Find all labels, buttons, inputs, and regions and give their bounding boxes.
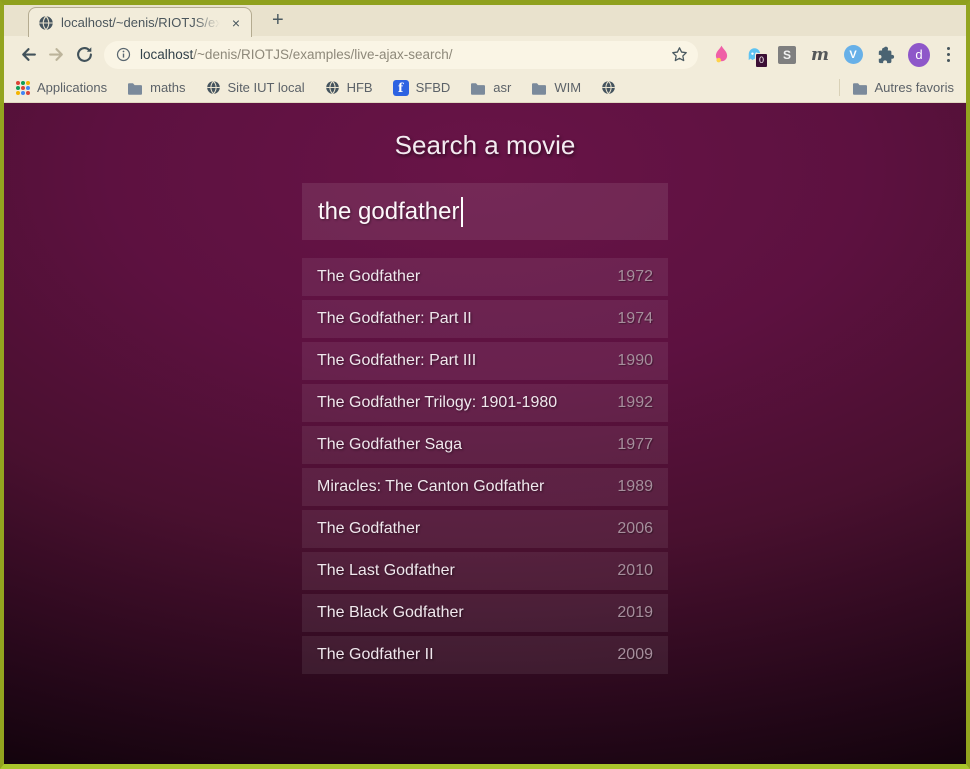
ghostery-extension-icon[interactable]: 0	[743, 43, 765, 67]
result-year: 1990	[617, 352, 653, 370]
result-title: The Godfather II	[317, 646, 434, 664]
folder-icon	[127, 81, 143, 95]
bookmark-item[interactable]: Applications	[16, 80, 107, 95]
globe-icon	[206, 80, 221, 95]
menu-kebab-icon[interactable]	[941, 47, 956, 62]
url-path: /~denis/RIOTJS/examples/live-ajax-search…	[193, 47, 452, 62]
search-input[interactable]: the godfather	[302, 183, 668, 240]
reload-button[interactable]	[70, 41, 98, 69]
result-row[interactable]: The Godfather 1972	[302, 258, 668, 296]
result-year: 1992	[617, 394, 653, 412]
url-text: localhost/~denis/RIOTJS/examples/live-aj…	[140, 47, 662, 62]
result-year: 2009	[617, 646, 653, 664]
result-year: 2006	[617, 520, 653, 538]
result-title: The Godfather	[317, 520, 420, 538]
s-extension-icon[interactable]: S	[776, 43, 798, 67]
bookmark-item[interactable]: SFBD	[393, 80, 451, 96]
new-tab-button[interactable]: +	[266, 9, 290, 36]
result-row[interactable]: The Last Godfather 2010	[302, 552, 668, 590]
bookmark-item[interactable]: asr	[470, 80, 511, 95]
address-bar[interactable]: localhost/~denis/RIOTJS/examples/live-aj…	[104, 41, 698, 69]
close-icon[interactable]: ×	[230, 15, 242, 31]
bookmark-item[interactable]: HFB	[325, 80, 373, 95]
apps-grid-icon	[16, 81, 30, 95]
globe-favicon-icon	[38, 15, 54, 31]
result-row[interactable]: The Godfather II 2009	[302, 636, 668, 674]
ghostery-badge: 0	[755, 53, 768, 68]
search-results-list: The Godfather 1972 The Godfather: Part I…	[302, 258, 668, 674]
result-row[interactable]: The Godfather: Part II 1974	[302, 300, 668, 338]
result-title: The Black Godfather	[317, 604, 464, 622]
other-bookmarks-folder[interactable]: Autres favoris	[852, 80, 954, 95]
result-year: 1989	[617, 478, 653, 496]
bookmark-items: Applications maths	[16, 80, 623, 96]
extension-icons: 0 S m V d	[706, 43, 956, 67]
result-year: 2010	[617, 562, 653, 580]
result-title: The Godfather Trilogy: 1901-1980	[317, 394, 557, 412]
folder-icon	[470, 81, 486, 95]
page-content: Search a movie the godfather The Godfath…	[4, 103, 966, 764]
result-row[interactable]: The Black Godfather 2019	[302, 594, 668, 632]
folder-icon	[852, 81, 868, 95]
globe-icon	[601, 80, 616, 95]
bookmarks-separator	[839, 79, 840, 96]
puzzle-extensions-icon[interactable]	[875, 43, 897, 67]
result-title: The Godfather: Part III	[317, 352, 476, 370]
profile-avatar[interactable]: d	[908, 43, 930, 67]
result-year: 2019	[617, 604, 653, 622]
result-row[interactable]: The Godfather: Part III 1990	[302, 342, 668, 380]
search-input-value: the godfather	[318, 198, 459, 226]
globe-icon	[325, 80, 340, 95]
browser-toolbar: localhost/~denis/RIOTJS/examples/live-aj…	[4, 36, 966, 73]
bookmark-label: asr	[493, 80, 511, 95]
bookmark-label: HFB	[347, 80, 373, 95]
info-icon[interactable]	[116, 47, 131, 62]
page-title: Search a movie	[4, 103, 966, 161]
v-extension-icon[interactable]: V	[842, 43, 864, 67]
bookmark-item[interactable]	[601, 80, 623, 95]
tab-strip: localhost/~denis/RIOTJS/ex × +	[4, 5, 966, 36]
back-button[interactable]	[14, 41, 42, 69]
forward-button[interactable]	[42, 41, 70, 69]
bookmark-label: SFBD	[416, 80, 451, 95]
bookmark-label: Site IUT local	[228, 80, 305, 95]
facebook-icon	[393, 80, 409, 96]
pink-flame-extension-icon[interactable]	[710, 43, 732, 67]
browser-window: localhost/~denis/RIOTJS/ex × +	[0, 0, 970, 769]
url-host: localhost	[140, 47, 193, 62]
result-title: Miracles: The Canton Godfather	[317, 478, 544, 496]
result-title: The Godfather	[317, 268, 420, 286]
bookmark-item[interactable]: maths	[127, 80, 185, 95]
result-year: 1972	[617, 268, 653, 286]
result-year: 1977	[617, 436, 653, 454]
result-row[interactable]: The Godfather Saga 1977	[302, 426, 668, 464]
result-row[interactable]: The Godfather 2006	[302, 510, 668, 548]
result-title: The Godfather: Part II	[317, 310, 472, 328]
result-year: 1974	[617, 310, 653, 328]
bookmark-label: maths	[150, 80, 185, 95]
folder-icon	[531, 81, 547, 95]
bookmark-label: Applications	[37, 80, 107, 95]
browser-tab[interactable]: localhost/~denis/RIOTJS/ex ×	[28, 7, 252, 37]
bookmark-item[interactable]: Site IUT local	[206, 80, 305, 95]
tab-title: localhost/~denis/RIOTJS/ex	[61, 15, 223, 30]
result-title: The Last Godfather	[317, 562, 455, 580]
result-row[interactable]: The Godfather Trilogy: 1901-1980 1992	[302, 384, 668, 422]
bookmark-star-icon[interactable]	[671, 46, 688, 63]
text-caret	[461, 197, 463, 227]
bookmark-item[interactable]: WIM	[531, 80, 581, 95]
bookmark-label: WIM	[554, 80, 581, 95]
result-title: The Godfather Saga	[317, 436, 462, 454]
bookmarks-bar: Applications maths	[4, 73, 966, 103]
other-bookmarks-label: Autres favoris	[875, 80, 954, 95]
result-row[interactable]: Miracles: The Canton Godfather 1989	[302, 468, 668, 506]
m-extension-icon[interactable]: m	[809, 43, 831, 67]
